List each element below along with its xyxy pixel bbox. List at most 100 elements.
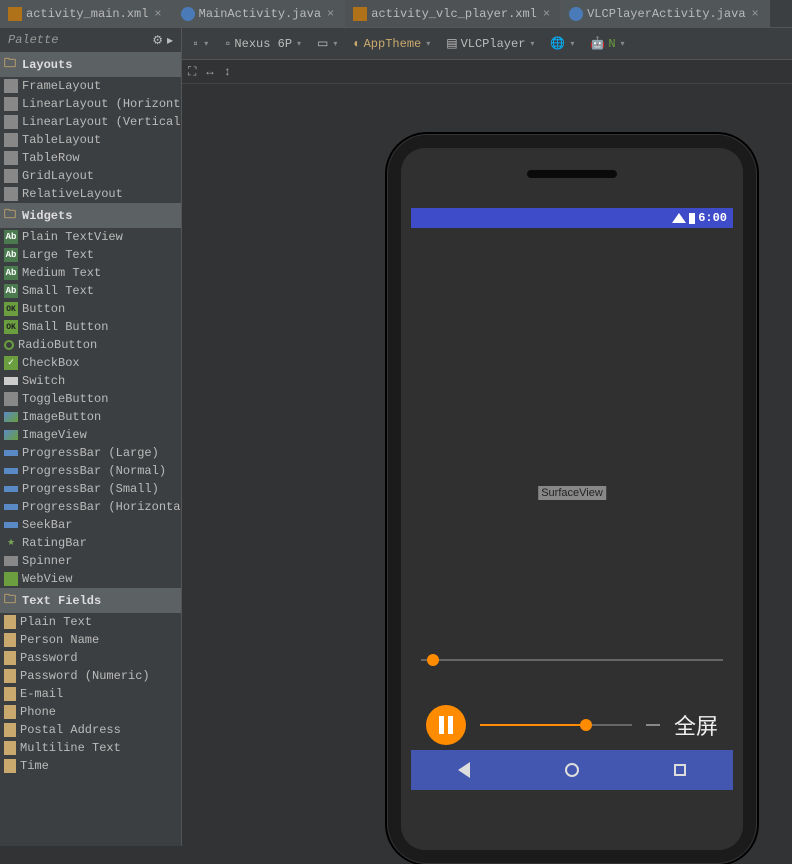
palette-item-tablelayout[interactable]: TableLayout — [0, 131, 181, 149]
close-icon[interactable]: × — [750, 7, 761, 21]
section-layouts[interactable]: 🗀 Layouts — [0, 52, 181, 77]
text-icon: Ab — [4, 248, 18, 262]
palette-item-personname[interactable]: Person Name — [0, 631, 181, 649]
xml-icon — [353, 7, 367, 21]
nav-back-icon[interactable] — [458, 762, 470, 778]
palette-item-checkbox[interactable]: ✓CheckBox — [0, 354, 181, 372]
palette-item-radiobutton[interactable]: RadioButton — [0, 336, 181, 354]
tab-label: activity_vlc_player.xml — [371, 7, 537, 21]
tab-activity-main[interactable]: activity_main.xml × — [0, 0, 173, 27]
palette-item-progress-horiz[interactable]: ProgressBar (Horizontal) — [0, 498, 181, 516]
palette-item-email[interactable]: E-mail — [0, 685, 181, 703]
palette-item-multiline[interactable]: Multiline Text — [0, 739, 181, 757]
palette-item-password-numeric[interactable]: Password (Numeric) — [0, 667, 181, 685]
textfield-icon — [4, 759, 16, 773]
palette-item-postal[interactable]: Postal Address — [0, 721, 181, 739]
close-icon[interactable]: × — [541, 7, 552, 21]
seekbar-fill — [480, 724, 583, 726]
textfield-icon — [4, 651, 16, 665]
device-dropdown[interactable]: ▫ Nexus 6P — [220, 35, 305, 53]
nav-recent-icon[interactable] — [674, 764, 686, 776]
close-icon[interactable]: × — [325, 7, 336, 21]
palette-item-togglebutton[interactable]: ToggleButton — [0, 390, 181, 408]
android-nav-bar — [411, 750, 733, 790]
close-icon[interactable]: × — [152, 7, 163, 21]
progress-icon — [4, 450, 18, 456]
textfield-icon — [4, 723, 16, 737]
seekbar-top[interactable] — [421, 652, 723, 668]
palette-item-progress-normal[interactable]: ProgressBar (Normal) — [0, 462, 181, 480]
layout-icon — [4, 187, 18, 201]
app-preview-area[interactable]: SurfaceView — [411, 228, 733, 790]
palette-item-relativelayout[interactable]: RelativeLayout — [0, 185, 181, 203]
context-dropdown[interactable]: ▤ VLCPlayer — [442, 34, 538, 53]
device-screen: 6:00 SurfaceView — [411, 208, 733, 790]
section-title: Layouts — [22, 58, 72, 72]
palette-item-password[interactable]: Password — [0, 649, 181, 667]
palette-item-framelayout[interactable]: FrameLayout — [0, 77, 181, 95]
tab-main-activity[interactable]: MainActivity.java × — [173, 0, 346, 27]
seekbar-thumb[interactable] — [427, 654, 439, 666]
palette-item-imagebutton[interactable]: ImageButton — [0, 408, 181, 426]
section-textfields[interactable]: 🗀 Text Fields — [0, 588, 181, 613]
section-widgets[interactable]: 🗀 Widgets — [0, 203, 181, 228]
gear-icon[interactable]: ⚙ — [152, 33, 163, 48]
palette-item-imageview[interactable]: ImageView — [0, 426, 181, 444]
palette-item-progress-large[interactable]: ProgressBar (Large) — [0, 444, 181, 462]
palette-item-button[interactable]: OKButton — [0, 300, 181, 318]
java-icon — [569, 7, 583, 21]
palette-item-ratingbar[interactable]: ★RatingBar — [0, 534, 181, 552]
tab-activity-vlc-player[interactable]: activity_vlc_player.xml × — [345, 0, 561, 27]
layout-icon — [4, 151, 18, 165]
expand-h-icon[interactable]: ↔ — [206, 65, 213, 79]
palette-item-small-text[interactable]: AbSmall Text — [0, 282, 181, 300]
layout-icon — [4, 169, 18, 183]
palette-item-webview[interactable]: WebView — [0, 570, 181, 588]
tab-vlc-player-activity[interactable]: VLCPlayerActivity.java × — [561, 0, 770, 27]
palette-item-phone[interactable]: Phone — [0, 703, 181, 721]
player-controls: 全屏 — [426, 700, 718, 750]
palette-item-switch[interactable]: Switch — [0, 372, 181, 390]
surfaceview-label: SurfaceView — [538, 486, 606, 500]
zoom-fit-icon[interactable]: ⛶ — [188, 65, 196, 79]
folder-icon: 🗀 — [4, 54, 18, 75]
textfield-icon — [4, 633, 16, 647]
palette-item-tablerow[interactable]: TableRow — [0, 149, 181, 167]
device-preview[interactable]: 6:00 SurfaceView — [387, 134, 757, 864]
fullscreen-button[interactable]: 全屏 — [674, 709, 718, 741]
palette-item-progress-small[interactable]: ProgressBar (Small) — [0, 480, 181, 498]
nav-home-icon[interactable] — [565, 763, 579, 777]
filter-icon[interactable]: ▸ — [167, 33, 173, 48]
expand-v-icon[interactable]: ↕ — [224, 65, 231, 79]
image-icon — [4, 412, 18, 422]
palette-item-textview[interactable]: AbPlain TextView — [0, 228, 181, 246]
api-dropdown[interactable]: 🤖 N — [586, 34, 628, 53]
config-dropdown[interactable]: ▫ — [188, 35, 212, 53]
pause-button[interactable] — [426, 705, 466, 745]
editor-toolbar: ▫ ▫ Nexus 6P ▭ ◐ AppTheme ▤ VLCPlayer 🌐 … — [182, 28, 792, 60]
palette-item-plaintext[interactable]: Plain Text — [0, 613, 181, 631]
palette-item-seekbar[interactable]: SeekBar — [0, 516, 181, 534]
palette-item-medium-text[interactable]: AbMedium Text — [0, 264, 181, 282]
seekbar-thumb[interactable] — [580, 719, 592, 731]
text-icon: Ab — [4, 230, 18, 244]
palette-item-linearlayout-h[interactable]: LinearLayout (Horizontal) — [0, 95, 181, 113]
palette-item-gridlayout[interactable]: GridLayout — [0, 167, 181, 185]
xml-icon — [8, 7, 22, 21]
palette-item-time[interactable]: Time — [0, 757, 181, 775]
palette-item-large-text[interactable]: AbLarge Text — [0, 246, 181, 264]
star-icon: ★ — [4, 536, 18, 550]
palette-item-spinner[interactable]: Spinner — [0, 552, 181, 570]
layout-icon — [4, 133, 18, 147]
button-icon: OK — [4, 302, 18, 316]
orientation-dropdown[interactable]: ▭ — [313, 34, 341, 53]
seekbar-track — [421, 659, 723, 661]
section-title: Widgets — [22, 209, 72, 223]
palette-item-linearlayout-v[interactable]: LinearLayout (Vertical) — [0, 113, 181, 131]
palette-item-small-button[interactable]: OKSmall Button — [0, 318, 181, 336]
locale-dropdown[interactable]: 🌐 — [546, 34, 578, 53]
theme-dropdown[interactable]: ◐ AppTheme — [349, 35, 434, 53]
seekbar-icon — [4, 522, 18, 528]
check-icon: ✓ — [4, 356, 18, 370]
seekbar-volume[interactable] — [480, 717, 632, 733]
